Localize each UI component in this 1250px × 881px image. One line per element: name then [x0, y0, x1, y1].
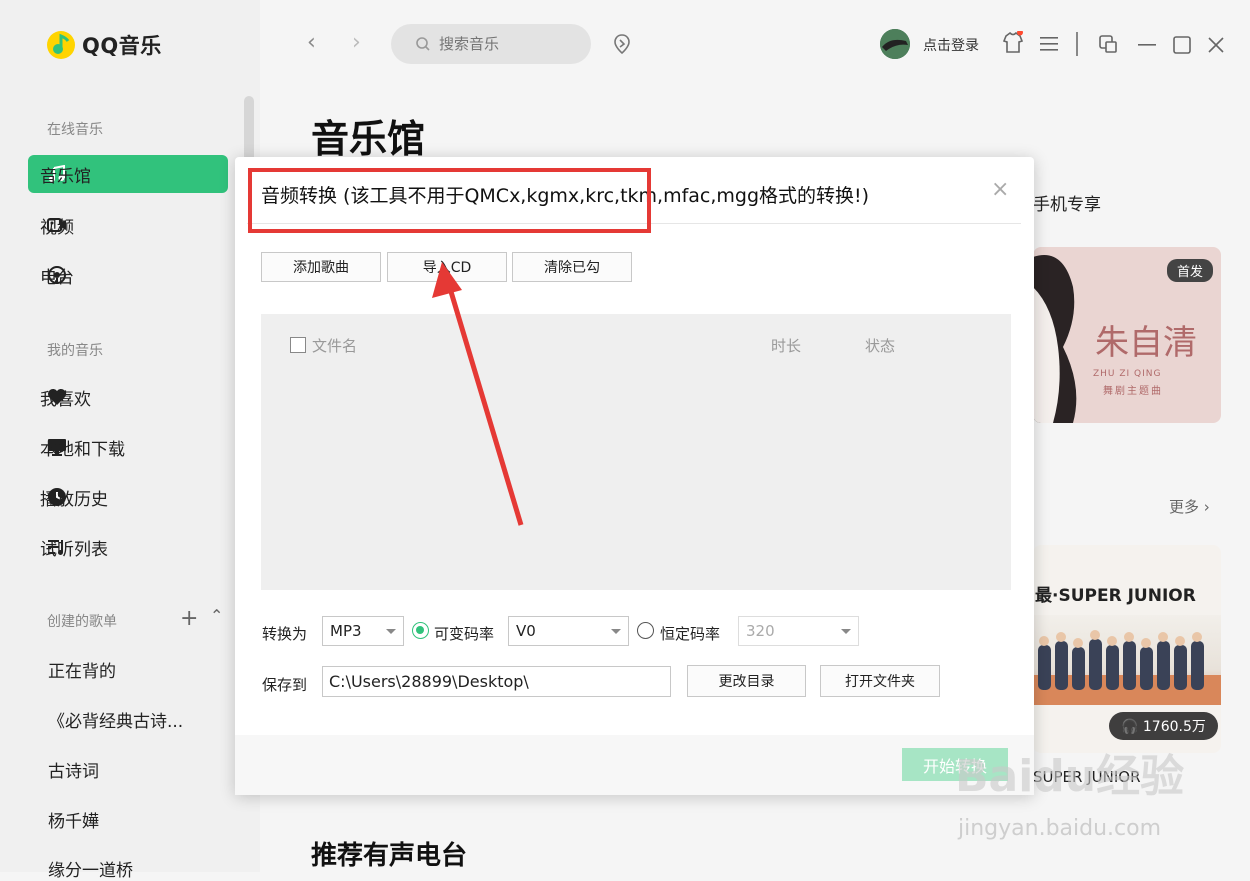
playlist-item[interactable]: 缘分一道桥	[48, 856, 133, 881]
app-logo[interactable]: QQ音乐	[46, 30, 162, 60]
audio-convert-dialog: 音频转换 (该工具不用于QMCx,kgmx,krc,tkm,mfac,mgg格式…	[235, 157, 1034, 795]
sidebar-item-favorites[interactable]: 我喜欢	[28, 378, 228, 416]
sidebar: QQ音乐 在线音乐 音乐馆 视频 电台 我的音乐 我喜欢 本地和下载 播放历史 …	[0, 0, 260, 881]
more-link[interactable]: 更多 ›	[1169, 496, 1210, 517]
artist-photo-image	[1033, 255, 1077, 423]
annotation-highlight-box	[248, 168, 651, 233]
variable-bitrate-value: V0	[516, 622, 536, 640]
more-label: 更多	[1169, 498, 1200, 516]
dropdown-arrow-icon	[611, 629, 621, 634]
collapse-chevron-icon[interactable]: ⌃	[210, 606, 223, 625]
constant-bitrate-radio[interactable]	[637, 622, 654, 639]
format-select[interactable]: MP3	[322, 616, 404, 646]
page-title: 音乐馆	[311, 117, 426, 161]
dropdown-arrow-icon	[841, 629, 851, 634]
convert-to-label: 转换为	[262, 625, 308, 643]
sidebar-item-play-history[interactable]: 播放历史	[28, 478, 228, 516]
playlist-item[interactable]: 正在背的	[48, 657, 116, 682]
dialog-footer: 开始转换	[235, 735, 1034, 795]
album-calligraphy-text: 朱自清	[1095, 323, 1197, 363]
search-icon	[416, 37, 430, 51]
back-arrow-icon[interactable]: ‹	[307, 30, 316, 55]
minimize-icon[interactable]	[1138, 43, 1156, 47]
menu-icon[interactable]	[1040, 36, 1058, 52]
dropdown-arrow-icon	[386, 629, 396, 634]
column-header-duration: 时长	[771, 337, 802, 355]
album-pinyin-text: ZHU ZI QING	[1093, 369, 1162, 379]
constant-bitrate-value: 320	[746, 622, 775, 640]
open-folder-button[interactable]: 打开文件夹	[820, 665, 940, 697]
playlist-item[interactable]: 古诗词	[48, 757, 99, 782]
close-window-icon[interactable]	[1207, 36, 1225, 54]
play-count-badge: 🎧 1760.5万	[1109, 712, 1218, 740]
sidebar-item-label: 试听列表	[40, 539, 108, 560]
sidebar-item-label: 电台	[40, 267, 74, 288]
variable-bitrate-label: 可变码率	[434, 625, 495, 643]
add-playlist-icon[interactable]: +	[180, 606, 198, 631]
clear-checked-button[interactable]: 清除已勾	[512, 252, 632, 282]
playlist-card-super-junior[interactable]: 最·SUPER JUNIOR 🎧 1760.5万	[1033, 545, 1221, 753]
column-header-file-name: 文件名	[312, 337, 358, 355]
sidebar-item-label: 视频	[40, 217, 74, 238]
app-logo-text: QQ音乐	[82, 34, 162, 58]
skin-shirt-icon[interactable]	[1002, 31, 1024, 55]
playlist-card-title: 最·SUPER JUNIOR	[1035, 586, 1196, 606]
variable-bitrate-select[interactable]: V0	[508, 616, 629, 646]
playlist-item[interactable]: 杨千嬅	[48, 807, 99, 832]
select-all-checkbox[interactable]	[290, 337, 306, 353]
album-subtitle-text: 舞剧主题曲	[1103, 386, 1163, 397]
watermark-url: jingyan.baidu.com	[958, 816, 1162, 841]
headphones-icon: 🎧	[1121, 719, 1139, 735]
group-photo-image	[1033, 615, 1221, 705]
sidebar-item-label: 音乐馆	[40, 166, 91, 187]
section-phone-exclusive: 手机专享	[1033, 195, 1101, 215]
section-online-music: 在线音乐	[47, 122, 103, 138]
forward-arrow-icon[interactable]: ›	[352, 30, 361, 55]
login-link[interactable]: 点击登录	[923, 35, 979, 55]
play-count: 1760.5万	[1142, 719, 1206, 735]
avatar[interactable]	[880, 29, 910, 59]
section-my-music: 我的音乐	[47, 343, 103, 359]
toolbar-divider	[1076, 32, 1078, 56]
search-input[interactable]	[437, 34, 581, 54]
variable-bitrate-radio[interactable]	[412, 622, 429, 639]
premiere-badge: 首发	[1166, 259, 1213, 282]
sidebar-item-radio[interactable]: 电台	[28, 256, 228, 294]
sidebar-item-label: 本地和下载	[40, 439, 125, 460]
sidebar-item-label: 播放历史	[40, 489, 108, 510]
section-title-recommended-radio: 推荐有声电台	[311, 841, 468, 871]
format-value: MP3	[330, 622, 362, 640]
search-box[interactable]	[391, 24, 591, 64]
mini-mode-icon[interactable]	[1098, 34, 1118, 54]
qq-music-logo-icon	[47, 31, 75, 59]
column-header-status: 状态	[865, 337, 896, 355]
sidebar-item-label: 我喜欢	[40, 389, 91, 410]
sidebar-item-preview-list[interactable]: 试听列表	[28, 528, 228, 566]
save-path-field[interactable]: C:\Users\28899\Desktop\	[322, 666, 671, 697]
sidebar-item-local-download[interactable]: 本地和下载	[28, 428, 228, 466]
add-song-button[interactable]: 添加歌曲	[261, 252, 381, 282]
album-card-zhu-zi-qing[interactable]: 首发 朱自清 ZHU ZI QING 舞剧主题曲	[1033, 247, 1221, 423]
file-list[interactable]: 文件名 时长 状态	[261, 314, 1011, 590]
import-cd-button[interactable]: 导入CD	[387, 252, 507, 282]
playlist-item[interactable]: 《必背经典古诗...	[48, 707, 183, 732]
watermark-logo: Baidu经验	[955, 751, 1185, 802]
change-directory-button[interactable]: 更改目录	[687, 665, 806, 697]
save-to-label: 保存到	[262, 676, 308, 694]
voice-search-icon[interactable]	[611, 33, 633, 55]
constant-bitrate-label: 恒定码率	[660, 625, 721, 643]
chevron-right-icon: ›	[1203, 498, 1210, 516]
section-created-playlists: 创建的歌单	[47, 614, 117, 630]
maximize-icon[interactable]	[1173, 36, 1191, 54]
close-icon[interactable]: ×	[991, 177, 1009, 202]
sidebar-item-video[interactable]: 视频	[28, 206, 228, 244]
constant-bitrate-select[interactable]: 320	[738, 616, 859, 646]
sidebar-item-music-hall[interactable]: 音乐馆	[28, 155, 228, 193]
